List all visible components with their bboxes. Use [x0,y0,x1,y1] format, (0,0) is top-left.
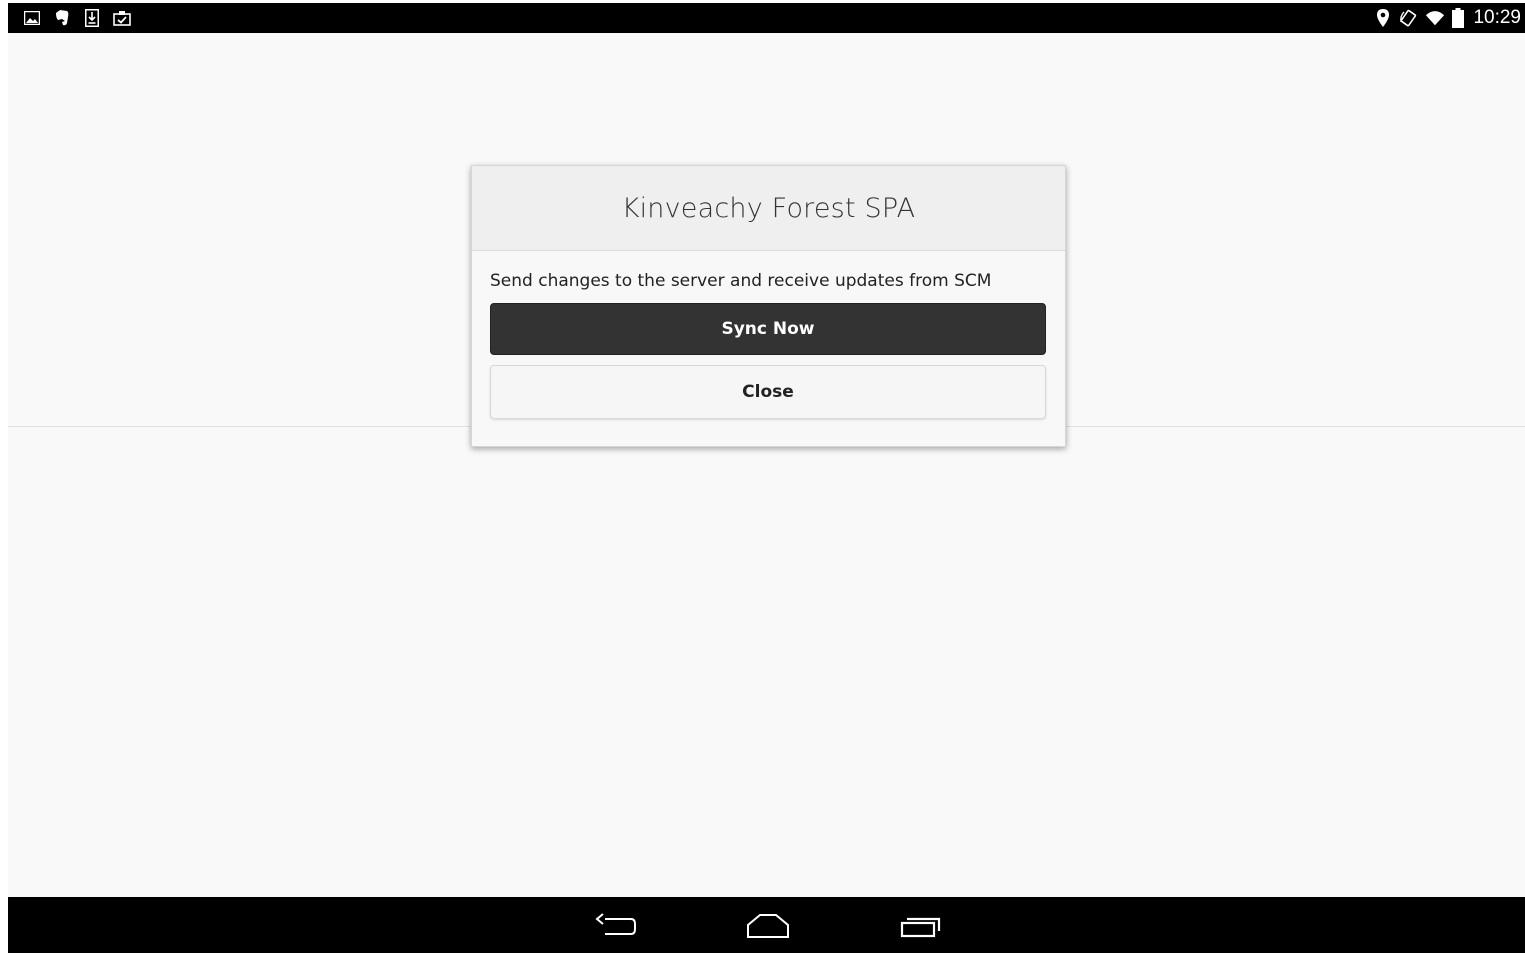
clock: 10:29 [1473,7,1521,28]
status-bar: 10:29 [8,3,1525,33]
location-icon [1373,7,1393,29]
sync-now-label: Sync Now [721,319,815,339]
navigation-bar [8,897,1525,953]
notification-icons [22,8,132,28]
evernote-icon [52,8,72,28]
sync-dialog: Kinveachy Forest SPA Send changes to the… [471,165,1066,447]
screen: 10:29 Kinveachy Forest SPA Send changes … [8,3,1525,953]
system-icons: 10:29 [1373,7,1521,29]
gallery-icon [22,8,42,28]
dialog-header: Kinveachy Forest SPA [472,166,1065,251]
home-icon[interactable] [743,909,793,943]
download-icon [82,8,102,28]
battery-icon [1451,7,1465,29]
recents-icon[interactable] [896,909,946,943]
close-label: Close [742,382,794,402]
back-icon[interactable] [591,909,641,943]
rotate-icon [1399,7,1419,29]
dialog-body: Send changes to the server and receive u… [472,251,1065,419]
clipboard-check-icon [112,8,132,28]
close-button[interactable]: Close [490,365,1046,419]
dialog-title: Kinveachy Forest SPA [621,192,916,224]
dialog-message: Send changes to the server and receive u… [490,271,992,291]
sync-now-button[interactable]: Sync Now [490,303,1046,355]
wifi-icon [1425,7,1445,29]
